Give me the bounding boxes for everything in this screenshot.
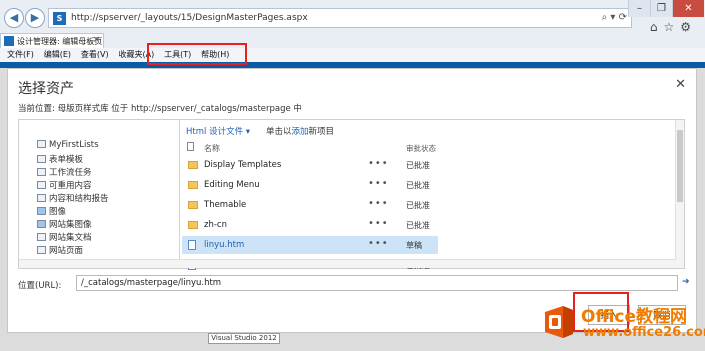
row-name: Display Templates [204,160,282,170]
asset-browser-panel: MyFirstLists 表单模板 工作流任务 可重用内容 内容和结构报告 图像… [18,119,685,270]
dialog-title: 选择资产 [18,81,74,97]
menu-edit[interactable]: 编辑(E) [44,48,71,62]
scrollbar-thumb[interactable] [677,130,683,202]
row-status: 已批准 [406,201,430,210]
list-icon [37,194,46,202]
highlight-box-html-files [147,43,247,65]
task-icon [37,168,46,176]
html-file-icon [188,240,196,250]
tree-item[interactable]: 网站集文档 [37,231,92,243]
menu-file[interactable]: 文件(F) [7,48,34,62]
ellipsis-menu-icon[interactable]: ••• [368,178,389,189]
home-icon[interactable]: ⌂ [650,20,664,34]
tab-close-icon[interactable]: × [92,35,100,45]
horizontal-scrollbar[interactable] [19,259,676,268]
list-row[interactable]: Display Templates ••• 已批准 [182,156,438,174]
window-close-button[interactable]: ✕ [672,0,704,17]
row-name[interactable]: linyu.htm [204,240,244,250]
html-design-files-dropdown[interactable]: Html 设计文件 ▾ [186,125,250,137]
current-location: 当前位置: 母版页样式库 位于 http://spserver/_catalog… [18,104,302,114]
watermark-url: www.office26.com [583,325,705,340]
list-row[interactable]: Themable ••• 已批准 [182,196,438,214]
folder-icon [188,201,198,209]
row-name: Themable [204,200,247,210]
tree-item[interactable]: 网站集图像 [37,218,92,230]
list-row[interactable]: Editing Menu ••• 已批准 [182,176,438,194]
address-actions-icon[interactable]: ⌕ ▾ ⟳ [602,12,627,23]
add-new-item-hint: 单击以添加新项目 [266,127,335,137]
row-status: 已批准 [406,181,430,190]
image-library-icon [37,207,46,215]
tab-sharepoint-icon [4,36,14,46]
pane-divider[interactable] [179,120,180,268]
settings-gear-icon[interactable]: ⚙ [680,20,697,34]
url-field[interactable] [76,275,678,291]
watermark-title: Office教程网 [581,307,688,327]
image-library-icon [37,220,46,228]
ellipsis-menu-icon[interactable]: ••• [368,158,389,169]
tab-title: 设计管理器: 编辑母板页 [17,37,103,46]
document-library-icon [37,233,46,241]
back-button[interactable]: ◀ [4,8,24,28]
chevron-down-icon: ▾ [245,127,251,137]
toolbar-icons[interactable]: ⌂☆⚙ [650,20,697,34]
library-tree: MyFirstLists 表单模板 工作流任务 可重用内容 内容和结构报告 图像… [19,120,179,268]
office-logo-icon [545,306,573,338]
row-status: 已批准 [406,221,430,230]
row-status: 已批准 [406,161,430,170]
watermark: Office教程网 www.office26.com [539,300,705,344]
address-bar[interactable]: S http://spserver/_layouts/15/DesignMast… [48,8,632,28]
form-template-icon [37,155,46,163]
folder-icon [188,181,198,189]
taskbar-item[interactable]: Visual Studio 2012 [208,333,280,344]
minimize-button[interactable]: – [628,0,650,17]
address-url: http://spserver/_layouts/15/DesignMaster… [71,13,308,23]
folder-icon [188,221,198,229]
list-icon [37,181,46,189]
browser-tab[interactable]: 设计管理器: 编辑母板页 × [0,33,104,48]
ellipsis-menu-icon[interactable]: ••• [368,218,389,229]
tree-item[interactable]: 网站页面 [37,244,83,256]
vertical-scrollbar[interactable] [675,120,684,268]
url-label: 位置(URL): [18,281,62,291]
restore-button[interactable]: ❐ [650,0,672,17]
list-icon [37,140,46,148]
tree-item[interactable]: MyFirstLists [37,140,99,150]
tree-item[interactable]: 内容和结构报告 [37,192,109,204]
row-name: Editing Menu [204,180,260,190]
sharepoint-logo-icon: S [53,12,66,25]
go-arrow-icon[interactable]: ➔ [682,277,690,287]
ellipsis-menu-icon[interactable]: ••• [368,198,389,209]
favorites-icon[interactable]: ☆ [663,20,680,34]
list-row-selected[interactable]: linyu.htm ••• 草稿 [182,236,438,254]
page-library-icon [37,246,46,254]
folder-icon [188,161,198,169]
add-link[interactable]: 添加 [292,127,309,137]
list-row[interactable]: zh-cn ••• 已批准 [182,216,438,234]
row-name: zh-cn [204,220,227,230]
tree-item[interactable]: 表单模板 [37,153,83,165]
forward-button[interactable]: ▶ [25,8,45,28]
row-status: 草稿 [406,241,422,250]
column-name[interactable]: 名称 [204,143,220,154]
file-type-header-icon [187,142,194,151]
column-approval-status[interactable]: 审批状态 [406,143,436,154]
menu-view[interactable]: 查看(V) [81,48,109,62]
browser-chrome: ◀ ▶ S http://spserver/_layouts/15/Design… [0,0,705,62]
ellipsis-menu-icon[interactable]: ••• [368,238,389,249]
dialog-close-icon[interactable]: ✕ [675,77,686,92]
tree-item[interactable]: 可重用内容 [37,179,92,191]
tree-item[interactable]: 工作流任务 [37,166,92,178]
tree-item[interactable]: 图像 [37,205,66,217]
menu-bar: 文件(F) 编辑(E) 查看(V) 收藏夹(A) 工具(T) 帮助(H) [0,48,705,62]
list-header: 名称 审批状态 [182,140,438,154]
